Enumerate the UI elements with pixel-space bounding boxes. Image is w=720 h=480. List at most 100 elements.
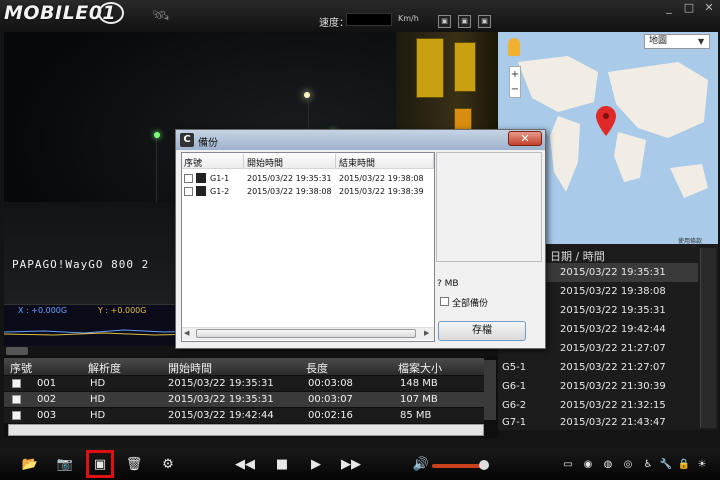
close-window-button[interactable]: ✕: [700, 2, 718, 14]
event-list-row[interactable]: G5-1 2015/03/22 21:27:07: [500, 358, 698, 377]
zoom-control[interactable]: + −: [509, 66, 521, 98]
backup-dialog-close-button[interactable]: ✕: [508, 131, 542, 146]
view-mode-2-button[interactable]: ▣: [458, 15, 471, 28]
row-resolution: HD: [90, 394, 106, 405]
backup-dialog-titlebar[interactable]: [176, 130, 545, 150]
lock-icon[interactable]: 🔒: [676, 456, 692, 474]
globe-icon[interactable]: ◍: [600, 456, 616, 474]
column-header-resolution[interactable]: 解析度: [88, 360, 121, 376]
row-file-size: 85 MB: [400, 410, 432, 421]
save-button[interactable]: 存檔: [438, 321, 526, 341]
row-start-time: 2015/03/22 19:35:31: [168, 378, 274, 389]
g-sensor-scroll-handle[interactable]: [6, 347, 28, 355]
backup-list-scroll-thumb[interactable]: [196, 329, 416, 338]
backup-row-start: 2015/03/22 19:38:08: [247, 187, 332, 196]
speed-label: 速度：: [319, 18, 349, 29]
column-header-id[interactable]: 序號: [10, 360, 32, 376]
gear-icon[interactable]: ⚙: [158, 456, 178, 474]
backup-row-start: 2015/03/22 19:35:31: [247, 174, 332, 183]
row-id: 003: [37, 410, 57, 421]
g-sensor-y-label: Y : +0.000G: [98, 306, 147, 315]
row-start-time: 2015/03/22 19:35:31: [168, 394, 274, 405]
trash-icon[interactable]: 🗑: [124, 456, 144, 474]
row-checkbox[interactable]: [12, 395, 21, 404]
row-checkbox[interactable]: [12, 379, 21, 388]
row-start-time: 2015/03/22 19:42:44: [168, 410, 274, 421]
row-resolution: HD: [90, 410, 106, 421]
g-sensor-x-label: X : +0.000G: [18, 306, 68, 315]
event-list-row[interactable]: G6-1 2015/03/22 21:30:39: [500, 377, 698, 396]
volume-slider-handle[interactable]: [479, 460, 489, 470]
street-light: [304, 92, 310, 98]
brightness-icon[interactable]: ☀: [694, 456, 710, 474]
view-mode-1-button[interactable]: ▣: [438, 15, 451, 28]
row-file-size: 148 MB: [400, 378, 438, 389]
accessibility-icon[interactable]: ♿: [640, 456, 656, 474]
backup-size-text: ? MB: [437, 279, 459, 289]
backup-row-id: G1-2: [210, 187, 230, 196]
backup-column-start[interactable]: 開始時間: [247, 156, 283, 169]
shop-sign: [416, 38, 444, 98]
backup-column-id[interactable]: 序號: [184, 156, 202, 169]
column-divider: [243, 154, 244, 168]
volume-icon[interactable]: 🔊: [412, 456, 430, 474]
backup-all-checkbox[interactable]: [440, 297, 449, 306]
column-divider: [335, 154, 336, 168]
folder-icon[interactable]: 📂: [20, 456, 40, 474]
stop-icon[interactable]: ■: [272, 456, 292, 474]
street-pole: [156, 136, 157, 206]
backup-list-header: [182, 153, 434, 169]
street-view-icon[interactable]: [508, 38, 520, 56]
display-mode-icon[interactable]: ▭: [560, 456, 576, 474]
camera-icon[interactable]: 📷: [55, 456, 75, 474]
column-header-length[interactable]: 長度: [306, 360, 328, 376]
row-file-size: 107 MB: [400, 394, 438, 405]
backup-row-checkbox[interactable]: [184, 187, 193, 196]
fast-forward-icon[interactable]: ▶▶: [340, 456, 362, 474]
speed-unit: Km/h: [398, 14, 419, 23]
backup-row-id: G1-1: [210, 174, 230, 183]
row-length: 00:03:07: [308, 394, 353, 405]
backup-preview-panel: [436, 152, 542, 262]
app-window: MOBILE01 🛰 速度： Km/h ▣ ▣ ▣ _ □ ✕ PAPAGO!W…: [0, 0, 720, 480]
backup-dialog-title: 備份: [198, 138, 218, 149]
backup-all-label: 全部備份: [452, 299, 489, 309]
compass-icon[interactable]: ◎: [620, 456, 636, 474]
row-length: 00:03:08: [308, 378, 353, 389]
app-icon: C: [180, 133, 194, 147]
row-length: 00:02:16: [308, 410, 353, 421]
event-list-scrollbar[interactable]: [700, 248, 716, 428]
rewind-icon[interactable]: ◀◀: [234, 456, 256, 474]
row-id: 002: [37, 394, 57, 405]
file-type-icon: [196, 186, 206, 196]
wrench-icon[interactable]: 🔧: [658, 456, 674, 474]
file-type-icon: [196, 173, 206, 183]
event-list-row[interactable]: G7-1 2015/03/22 21:43:47: [500, 413, 698, 432]
backup-row-end: 2015/03/22 19:38:39: [339, 187, 424, 196]
view-mode-3-button[interactable]: ▣: [478, 15, 491, 28]
backup-column-end[interactable]: 結束時間: [339, 156, 375, 169]
row-id: 001: [37, 378, 57, 389]
table-horizontal-scrollbar[interactable]: [8, 424, 484, 436]
maximize-button[interactable]: □: [680, 2, 698, 14]
street-light: [154, 132, 160, 138]
column-header-file-size[interactable]: 檔案大小: [398, 360, 442, 376]
minimize-button[interactable]: _: [660, 2, 678, 14]
video-overlay-text: PAPAGO!WayGO 800 2: [12, 258, 150, 271]
table-vertical-scrollbar[interactable]: [484, 360, 496, 420]
column-header-start-time[interactable]: 開始時間: [168, 360, 212, 376]
play-icon[interactable]: ▶: [306, 456, 326, 474]
event-list-header: 日期 / 時間: [550, 250, 605, 263]
shop-sign: [454, 42, 476, 92]
backup-row-end: 2015/03/22 19:38:08: [339, 174, 424, 183]
chevron-down-icon: ▼: [698, 37, 705, 46]
backup-icon[interactable]: ▣: [90, 456, 110, 474]
chevron-right-icon[interactable]: ▶: [424, 329, 429, 337]
row-checkbox[interactable]: [12, 411, 21, 420]
chevron-left-icon[interactable]: ◀: [184, 329, 189, 337]
gps-icon[interactable]: ◉: [580, 456, 596, 474]
location-pin-icon: [596, 106, 616, 136]
backup-row-checkbox[interactable]: [184, 174, 193, 183]
column-divider: [433, 154, 434, 168]
volume-slider[interactable]: [432, 464, 484, 468]
